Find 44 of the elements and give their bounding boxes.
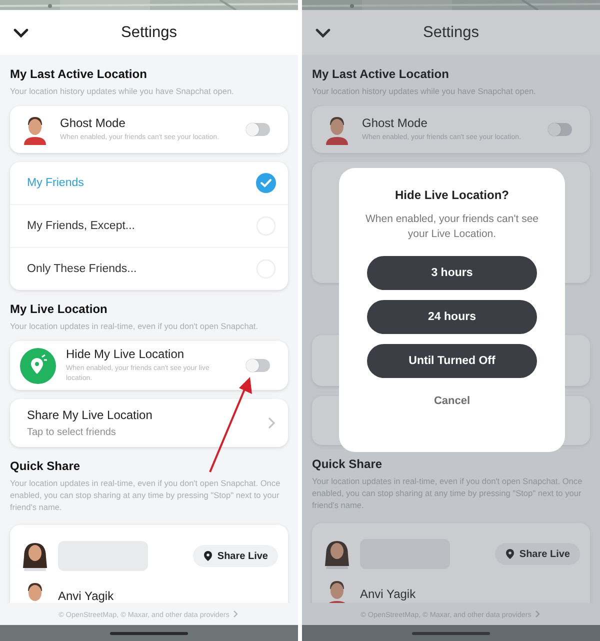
toggle-switch[interactable] xyxy=(246,359,270,372)
chevron-right-icon xyxy=(535,610,542,618)
cancel-button[interactable]: Cancel xyxy=(428,394,476,408)
collapse-chevron-icon[interactable] xyxy=(13,27,29,39)
chevron-right-icon xyxy=(233,610,240,618)
screen-title: Settings xyxy=(422,24,479,42)
duration-button[interactable]: 3 hours xyxy=(367,256,537,290)
friend-name: Anvi Yagik xyxy=(58,589,114,603)
toggle-switch[interactable] xyxy=(548,123,572,136)
location-pin-icon xyxy=(505,548,516,560)
share-live-button[interactable]: Share Live xyxy=(193,545,278,567)
setting-note: Tap to select friends xyxy=(27,427,117,438)
home-indicator[interactable] xyxy=(110,632,188,634)
section-heading: Quick Share xyxy=(312,457,384,471)
setting-card[interactable]: Share My Live Location Tap to select friends xyxy=(10,399,288,447)
toggle-switch[interactable] xyxy=(246,123,270,136)
avatar-icon xyxy=(20,541,50,571)
avatar-icon xyxy=(322,539,352,569)
section-note: Your location history updates while you have Snapchat open. xyxy=(10,85,235,97)
setting-title: Ghost Mode xyxy=(60,116,126,130)
checked-radio-icon[interactable] xyxy=(256,173,276,193)
section-heading: My Live Location xyxy=(10,302,108,316)
setting-title: Hide My Live Location xyxy=(66,347,186,361)
section-heading: My Last Active Location xyxy=(10,67,148,81)
location-pin-icon xyxy=(20,348,56,384)
section-heading: Quick Share xyxy=(10,459,82,473)
collapse-chevron-icon[interactable] xyxy=(315,27,331,39)
option-label[interactable]: Only These Friends... xyxy=(27,263,137,275)
section-heading: My Last Active Location xyxy=(312,67,450,81)
duration-button[interactable]: 24 hours xyxy=(367,300,537,334)
dialog-message: When enabled, your friends can't see your Live Location. xyxy=(364,212,540,242)
option-label[interactable]: My Friends, Except... xyxy=(27,220,136,232)
duration-button[interactable]: Until Turned Off xyxy=(367,344,537,378)
section-note: Your location updates in real-time, even if you don't open Snapchat. Once enabled, you can stop sharing at any time by pressing "Stop" next to your friend's name. xyxy=(10,477,282,513)
setting-title: Ghost Mode xyxy=(362,116,428,130)
chevron-right-icon xyxy=(267,416,276,430)
setting-title: Share My Live Location xyxy=(27,408,154,422)
location-pin-icon xyxy=(203,550,214,562)
screen-title: Settings xyxy=(120,24,177,42)
home-indicator[interactable] xyxy=(412,632,490,634)
friend-name: Anvi Yagik xyxy=(360,587,416,601)
dialog-title: Hide Live Location? xyxy=(394,188,509,202)
share-live-button[interactable]: Share Live xyxy=(495,543,580,565)
section-note: Your location updates in real-time, even if you don't open Snapchat. xyxy=(10,320,260,332)
